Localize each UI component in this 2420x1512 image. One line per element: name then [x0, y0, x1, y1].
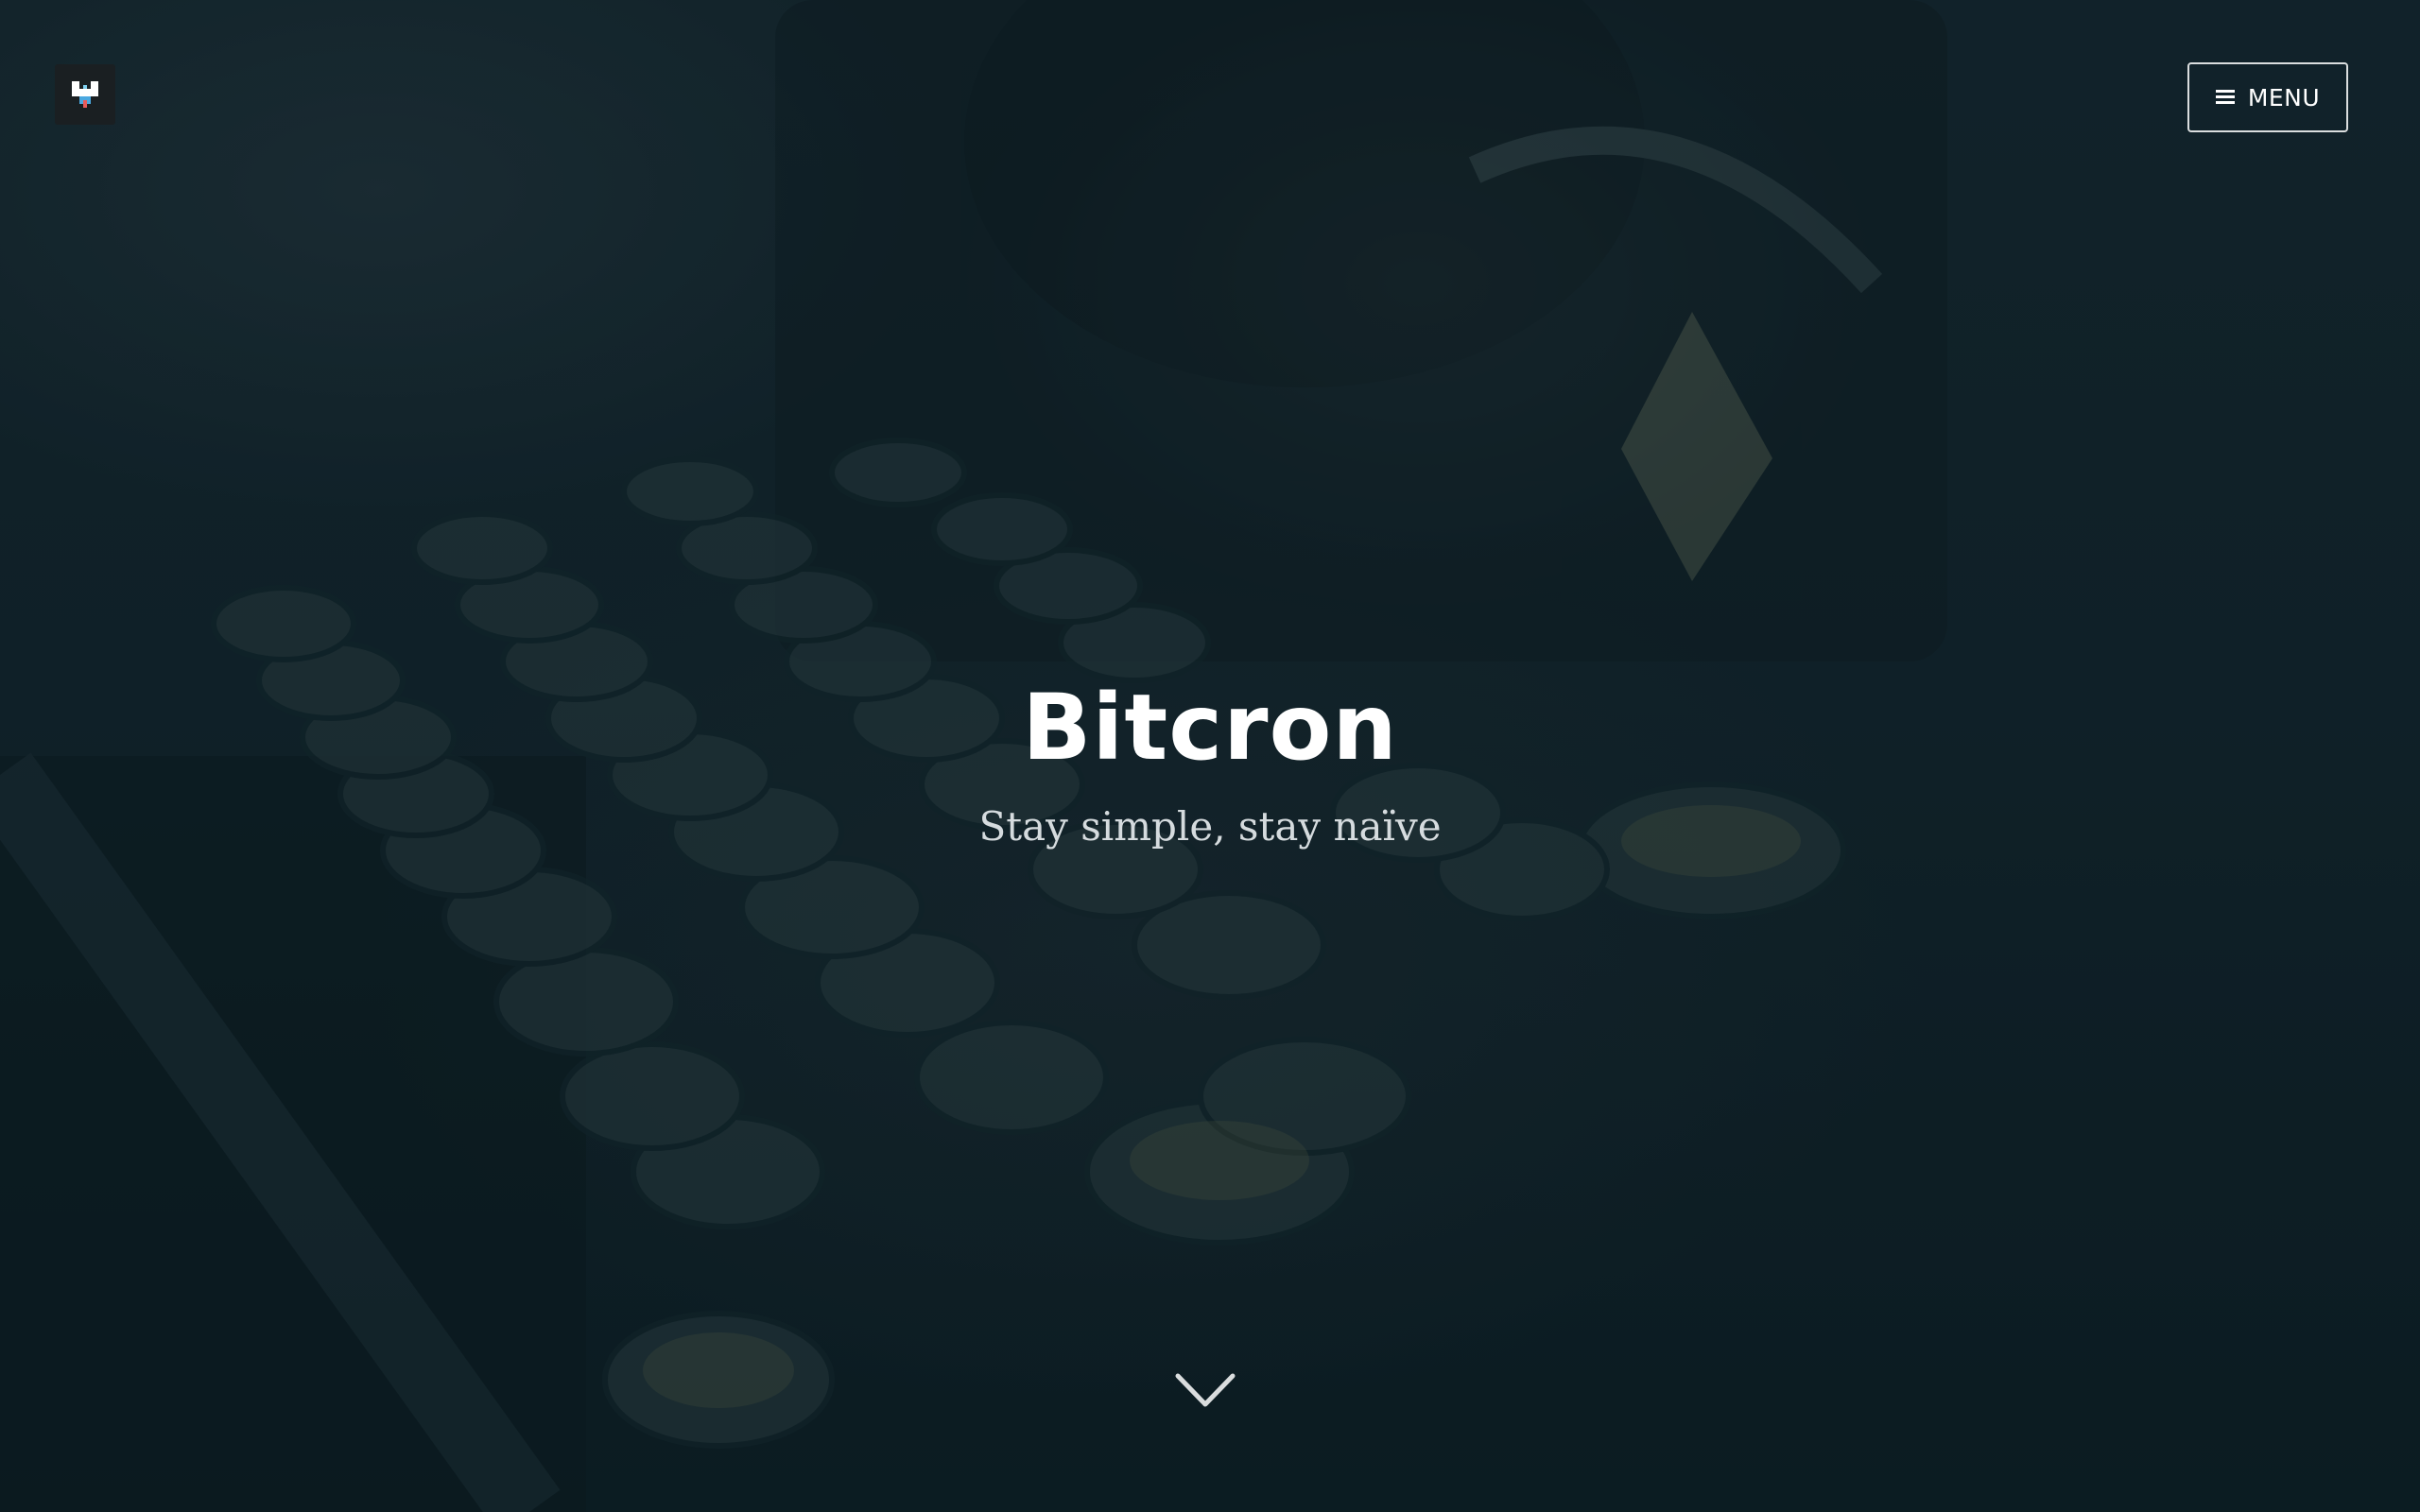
site-logo[interactable]: [55, 64, 115, 125]
pixel-logo-icon: [72, 81, 98, 108]
menu-label: MENU: [2247, 83, 2321, 112]
site-title: Bitcron: [1022, 675, 1398, 781]
chevron-down-icon[interactable]: [1174, 1370, 1236, 1412]
hero-section: MENU Bitcron Stay simple, stay naïve: [0, 0, 2420, 1512]
site-tagline: Stay simple, stay naïve: [978, 803, 1442, 850]
menu-button[interactable]: MENU: [2187, 62, 2348, 132]
hamburger-icon: [2215, 90, 2235, 105]
